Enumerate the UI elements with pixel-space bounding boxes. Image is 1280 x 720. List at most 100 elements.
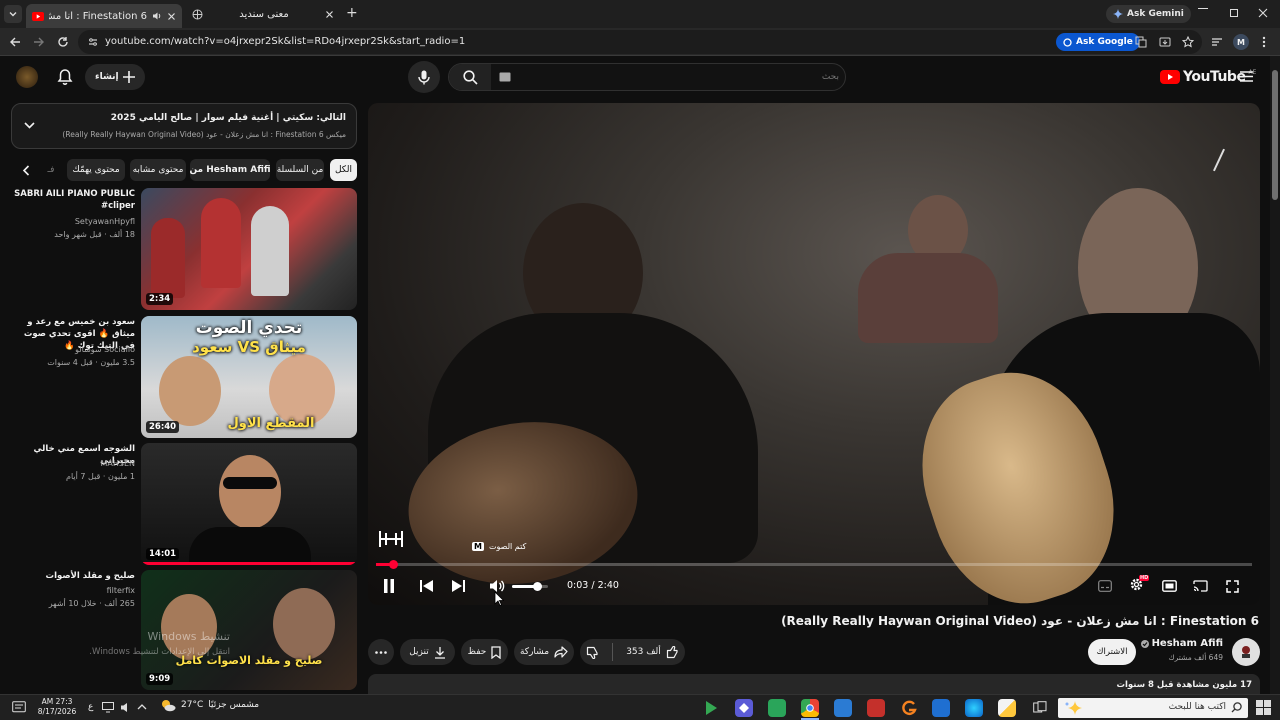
next-icon[interactable]: [452, 580, 465, 592]
chip-related[interactable]: محتوى مشابه: [130, 159, 186, 181]
close-icon[interactable]: [325, 10, 334, 19]
profile-avatar[interactable]: M: [1233, 34, 1249, 50]
tab-search-button[interactable]: [4, 5, 22, 23]
channel-name[interactable]: filterfix: [107, 585, 135, 596]
cast-icon[interactable]: [1193, 580, 1208, 592]
subscribe-button[interactable]: الاشتراك: [1088, 639, 1136, 665]
url-text[interactable]: youtube.com/watch?v=o4jrxepr2Sk&list=RDo…: [105, 36, 465, 47]
language-indicator[interactable]: ع: [88, 702, 93, 712]
channel-name-row[interactable]: Hesham Afifi: [1140, 638, 1223, 649]
hamburger-menu-icon[interactable]: [1240, 71, 1253, 82]
chip-more[interactable]: فـ: [43, 159, 59, 181]
back-arrow-icon[interactable]: [9, 36, 21, 48]
video-title[interactable]: SABRI AILI PIANO PUBLIC #cliper: [14, 188, 135, 212]
video-player[interactable]: M كتم الصوت 0:03 / 2:40 HD: [368, 103, 1260, 605]
kebab-menu-icon[interactable]: [1262, 36, 1266, 48]
next-up-panel[interactable]: التالي: سكيتي | أغنية فيلم سوار | صالح ا…: [11, 103, 357, 149]
chevron-left-icon[interactable]: [22, 165, 30, 176]
settings-button[interactable]: HD: [1129, 575, 1150, 595]
minimize-button[interactable]: [1198, 8, 1208, 9]
speaker-icon[interactable]: [120, 702, 132, 713]
thumbnail[interactable]: تحدي الصوت ميثاق VS سعود المقطع الاول 26…: [141, 316, 357, 438]
fullscreen-icon[interactable]: [1226, 580, 1239, 593]
progress-bar[interactable]: [376, 560, 1252, 569]
channel-avatar[interactable]: [1232, 638, 1260, 666]
tab-inactive[interactable]: معنى سنديد: [186, 4, 340, 24]
keyboard-icon[interactable]: [499, 72, 511, 82]
thumbnail[interactable]: 2:34: [141, 188, 357, 310]
tab-active[interactable]: Finestation 6 : انا مش زعلان - عود: [26, 4, 182, 28]
notification-icon[interactable]: [12, 701, 26, 714]
avatar[interactable]: [16, 66, 38, 88]
scrollbar-thumb[interactable]: [1272, 70, 1278, 200]
taskbar-app[interactable]: [735, 699, 753, 717]
task-view-icon[interactable]: [1033, 701, 1047, 714]
taskbar-app[interactable]: [900, 699, 918, 717]
new-tab-button[interactable]: +: [346, 5, 358, 21]
taskbar-search-box[interactable]: اكتب هنا للبحث: [1058, 698, 1248, 718]
voice-search-button[interactable]: [408, 61, 440, 93]
taskbar-app[interactable]: [768, 699, 786, 717]
chip-for-you[interactable]: محتوى يهمّك: [67, 159, 125, 181]
taskbar-app[interactable]: [801, 699, 819, 717]
taskbar-app[interactable]: [965, 699, 983, 717]
ask-google-button[interactable]: Ask Google: [1056, 33, 1140, 51]
site-info-icon[interactable]: [87, 36, 99, 48]
save-button[interactable]: حفظ: [461, 639, 508, 665]
window-close-icon[interactable]: [1258, 8, 1268, 18]
network-icon[interactable]: [102, 702, 114, 713]
taskbar-app[interactable]: [932, 699, 950, 717]
pause-icon[interactable]: [383, 579, 395, 593]
reading-list-icon[interactable]: [1211, 36, 1223, 48]
close-icon[interactable]: [167, 12, 176, 21]
forward-arrow-icon[interactable]: [33, 36, 45, 48]
url-box[interactable]: youtube.com/watch?v=o4jrxepr2Sk&list=RDo…: [78, 30, 1202, 54]
theater-mode-icon[interactable]: [1162, 580, 1177, 592]
chip-all[interactable]: الكل: [330, 159, 357, 181]
volume-slider[interactable]: [512, 582, 548, 591]
channel-name[interactable]: MAHSEN: [100, 458, 135, 469]
chevron-up-icon[interactable]: [137, 703, 147, 710]
chevron-down-icon[interactable]: [24, 122, 35, 129]
progress-scrubber[interactable]: [388, 560, 398, 569]
maximize-button[interactable]: [1230, 9, 1238, 17]
list-item[interactable]: 14:01 الشوجه اسمع مني خالي محيراني MAHSE…: [14, 443, 357, 565]
list-item[interactable]: تحدي الصوت ميثاق VS سعود المقطع الاول 26…: [14, 316, 357, 438]
taskbar-app[interactable]: [998, 699, 1016, 717]
install-app-icon[interactable]: [1159, 36, 1171, 48]
page-scrollbar[interactable]: [1270, 56, 1280, 694]
channel-name[interactable]: SetyawanHpyfl: [75, 216, 135, 227]
chip-from-series[interactable]: من السلسلة: [276, 159, 324, 181]
channel-name[interactable]: سوشالو Sociallo: [75, 344, 135, 355]
windows-start-icon[interactable]: [1256, 700, 1271, 715]
share-button[interactable]: مشاركة: [514, 639, 574, 665]
reload-icon[interactable]: [57, 36, 69, 48]
search-button[interactable]: [449, 64, 491, 90]
taskbar-app[interactable]: [867, 699, 885, 717]
download-button[interactable]: تنزيل: [400, 639, 455, 665]
bookmark-star-icon[interactable]: [1182, 36, 1194, 48]
weather-widget[interactable]: مشمس جزئيًا 27°C: [160, 698, 259, 712]
bell-icon[interactable]: [57, 68, 73, 85]
channel-watermark-icon[interactable]: [378, 529, 404, 549]
subtitles-icon[interactable]: [1098, 580, 1112, 592]
dislike-icon[interactable]: [586, 646, 599, 659]
search-input[interactable]: [519, 66, 839, 88]
channel-name[interactable]: Hesham Afifi: [1152, 638, 1223, 649]
list-item[interactable]: 2:34 SABRI AILI PIANO PUBLIC #cliper Set…: [14, 188, 357, 310]
system-clock[interactable]: AM 27:3 8/17/2026: [34, 697, 80, 717]
more-actions-button[interactable]: [368, 639, 394, 665]
ask-gemini-button[interactable]: Ask Gemini: [1106, 5, 1191, 23]
create-button[interactable]: إنشاء: [85, 64, 145, 90]
like-icon[interactable]: [666, 645, 679, 659]
taskbar-app[interactable]: [834, 699, 852, 717]
previous-icon[interactable]: [420, 580, 433, 592]
description-box[interactable]: 17 مليون مشاهدة قبل 8 سنوات: [368, 674, 1260, 694]
search-box[interactable]: [448, 63, 846, 91]
video-title: Finestation 6 : انا مش زعلان - عود (Real…: [781, 614, 1259, 628]
translate-icon[interactable]: [1135, 36, 1147, 48]
video-title[interactable]: صليح و مقلد الأصوات: [14, 570, 135, 582]
chip-from-channel[interactable]: من Hesham Afifi: [189, 159, 271, 181]
taskbar-app[interactable]: [702, 699, 720, 717]
thumbnail[interactable]: 14:01: [141, 443, 357, 565]
